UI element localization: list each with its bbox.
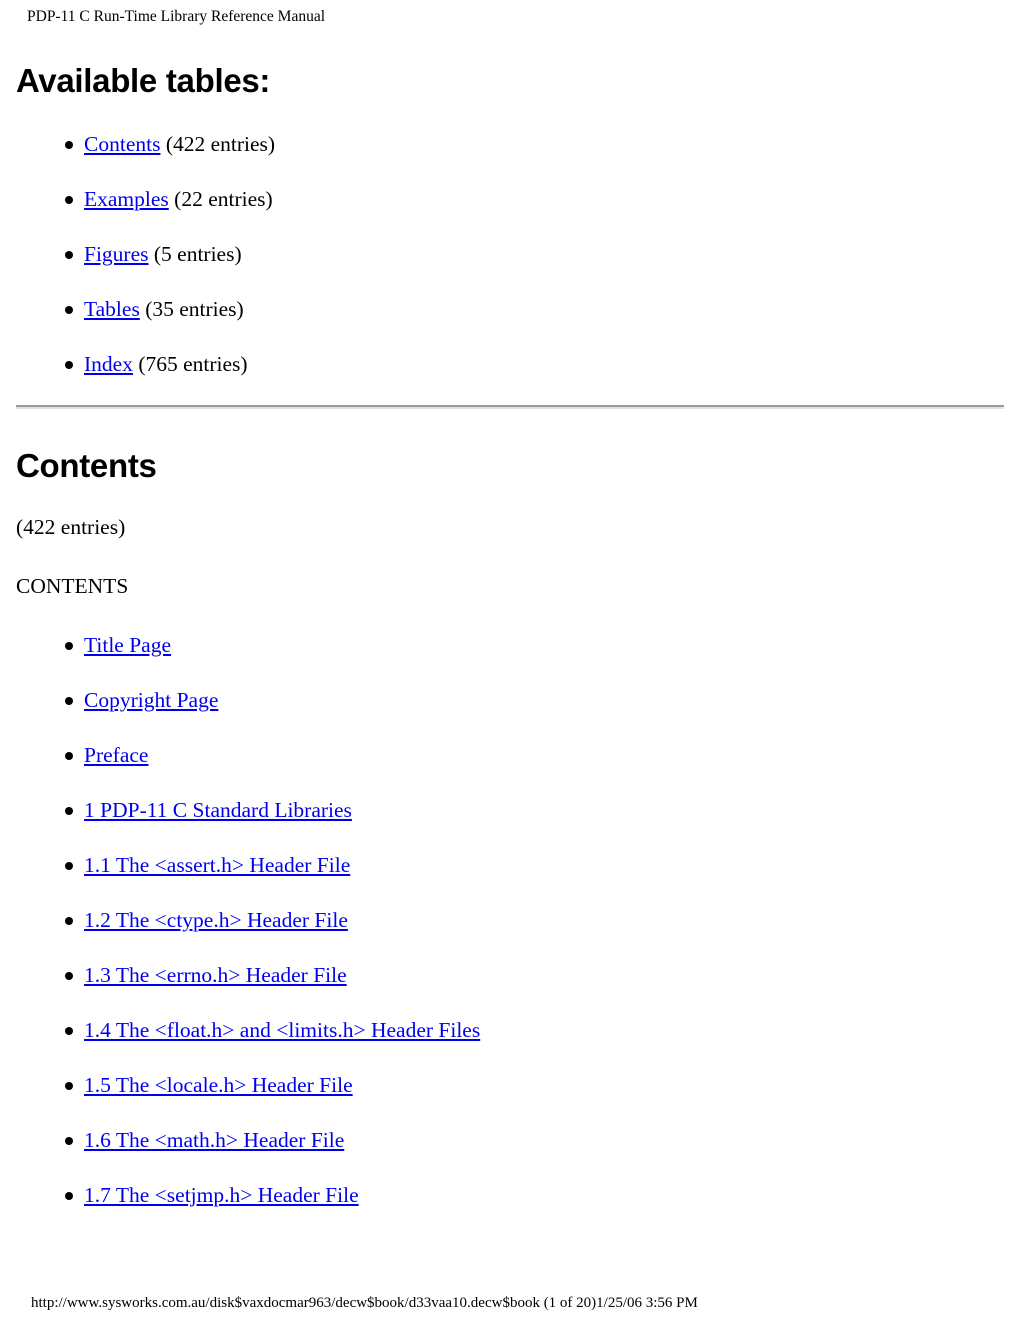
contents-label: CONTENTS: [16, 574, 129, 598]
bullet-icon: [65, 306, 73, 314]
entry-count-figures: (5 entries): [153, 242, 242, 266]
bullet-icon: [65, 1082, 73, 1090]
list-item: 1 PDP-11 C Standard Libraries: [16, 799, 1004, 821]
toc-link-1-3-errno-h[interactable]: 1.3 The <errno.h> Header File: [84, 963, 347, 987]
toc-link-1-7-setjmp-h[interactable]: 1.7 The <setjmp.h> Header File: [84, 1183, 359, 1207]
bullet-icon: [65, 697, 73, 705]
link-examples[interactable]: Examples: [84, 187, 169, 211]
link-figures[interactable]: Figures: [84, 242, 149, 266]
list-item: Contents (422 entries): [16, 133, 1004, 155]
list-item: Tables (35 entries): [16, 298, 1004, 320]
link-tables[interactable]: Tables: [84, 297, 140, 321]
list-item: 1.2 The <ctype.h> Header File: [16, 909, 1004, 931]
document-content: Available tables: Contents (422 entries)…: [16, 62, 1004, 1206]
list-item: 1.1 The <assert.h> Header File: [16, 854, 1004, 876]
entry-count-index: (765 entries): [138, 352, 248, 376]
available-tables-list: Contents (422 entries) Examples (22 entr…: [16, 133, 1004, 375]
bullet-icon: [65, 1192, 73, 1200]
list-item: Preface: [16, 744, 1004, 766]
link-index[interactable]: Index: [84, 352, 133, 376]
entry-count-contents: (422 entries): [165, 132, 276, 156]
bullet-icon: [65, 917, 73, 925]
list-item: 1.3 The <errno.h> Header File: [16, 964, 1004, 986]
contents-heading: Contents: [16, 447, 157, 484]
list-item: 1.7 The <setjmp.h> Header File: [16, 1184, 1004, 1206]
bullet-icon: [65, 642, 73, 650]
bullet-icon: [65, 972, 73, 980]
toc-link-1-4-float-limits-h[interactable]: 1.4 The <float.h> and <limits.h> Header …: [84, 1018, 480, 1042]
list-item: 1.6 The <math.h> Header File: [16, 1129, 1004, 1151]
toc-link-1-1-assert-h[interactable]: 1.1 The <assert.h> Header File: [84, 853, 350, 877]
bullet-icon: [65, 1027, 73, 1035]
list-item: 1.5 The <locale.h> Header File: [16, 1074, 1004, 1096]
list-item: 1.4 The <float.h> and <limits.h> Header …: [16, 1019, 1004, 1041]
list-item: Figures (5 entries): [16, 243, 1004, 265]
bullet-icon: [65, 361, 73, 369]
bullet-icon: [65, 251, 73, 259]
entry-count-examples: (22 entries): [174, 187, 273, 211]
list-item: Index (765 entries): [16, 353, 1004, 375]
available-tables-heading: Available tables:: [16, 62, 271, 99]
list-item: Examples (22 entries): [16, 188, 1004, 210]
toc-link-title-page[interactable]: Title Page: [84, 633, 171, 657]
bullet-icon: [65, 752, 73, 760]
contents-entry-count: (422 entries): [16, 515, 126, 539]
bullet-icon: [65, 196, 73, 204]
toc-link-chapter-1[interactable]: 1 PDP-11 C Standard Libraries: [84, 798, 352, 822]
toc-link-copyright-page[interactable]: Copyright Page: [84, 688, 218, 712]
bullet-icon: [65, 862, 73, 870]
bullet-icon: [65, 807, 73, 815]
running-header-title: PDP-11 C Run-Time Library Reference Manu…: [27, 8, 326, 25]
contents-toc-list: Title Page Copyright Page Preface 1 PDP-…: [16, 634, 1004, 1206]
toc-link-1-2-ctype-h[interactable]: 1.2 The <ctype.h> Header File: [84, 908, 348, 932]
toc-link-1-5-locale-h[interactable]: 1.5 The <locale.h> Header File: [84, 1073, 353, 1097]
toc-link-1-6-math-h[interactable]: 1.6 The <math.h> Header File: [84, 1128, 344, 1152]
list-item: Title Page: [16, 634, 1004, 656]
link-contents[interactable]: Contents: [84, 132, 160, 156]
entry-count-tables: (35 entries): [145, 297, 244, 321]
bullet-icon: [65, 1137, 73, 1145]
toc-link-preface[interactable]: Preface: [84, 743, 148, 767]
list-item: Copyright Page: [16, 689, 1004, 711]
bullet-icon: [65, 141, 73, 149]
footer-url: http://www.sysworks.com.au/disk$vaxdocma…: [31, 1295, 698, 1311]
